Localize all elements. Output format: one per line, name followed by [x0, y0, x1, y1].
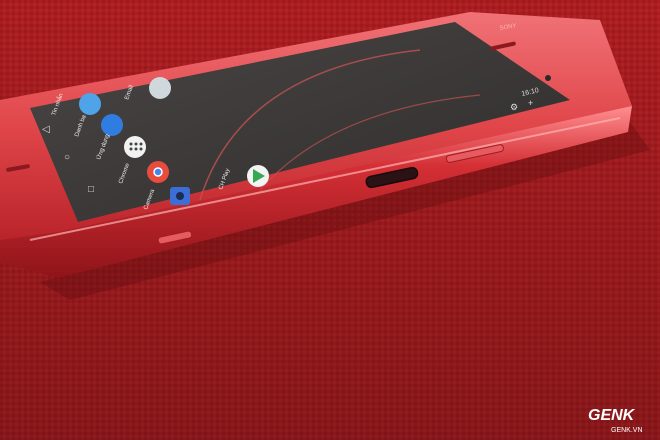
nav-back-icon: ◁ [42, 124, 50, 135]
watermark-site: GENK.VN [611, 427, 643, 434]
front-camera [545, 75, 551, 81]
nav-recents-icon: □ [88, 184, 94, 195]
add-icon[interactable]: + [528, 98, 533, 108]
photo-scene: 16:10 ◁ ○ □ Tin nhắn Danh bạ Ứng dụng Ch… [0, 0, 660, 440]
settings-icon[interactable]: ⚙ [510, 102, 518, 112]
watermark-brand: GENK [588, 407, 636, 424]
nav-home-icon: ○ [64, 152, 70, 163]
